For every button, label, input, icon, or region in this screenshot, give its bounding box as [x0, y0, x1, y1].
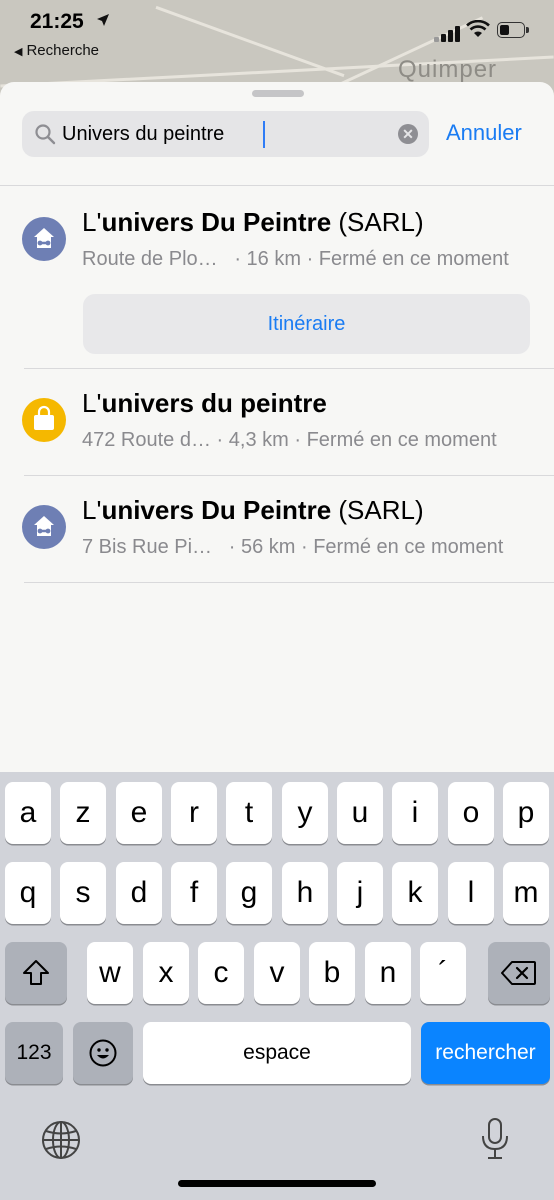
result-distance: · 4,3 km [216, 429, 289, 451]
back-label: Recherche [26, 42, 100, 59]
result-address: Route de Plo… [82, 248, 218, 270]
result-subtitle: 472 Route d… · 4,3 km · Fermé en ce mome… [82, 429, 497, 452]
key-m[interactable]: m [503, 862, 549, 924]
result-title: L'univers du peintre [82, 388, 327, 418]
result-title: L'univers Du Peintre (SARL) [82, 495, 424, 525]
shift-key[interactable] [5, 942, 67, 1004]
globe-icon[interactable] [41, 1120, 81, 1160]
result-item[interactable]: L'univers du peintre 472 Route d… · 4,3 … [0, 369, 554, 475]
emoji-icon [89, 1039, 117, 1067]
search-key[interactable]: rechercher [421, 1022, 550, 1084]
key-o[interactable]: o [448, 782, 494, 844]
status-time: 21:25 [30, 10, 84, 33]
key-u[interactable]: u [337, 782, 383, 844]
search-sheet: Univers du peintre ✕ Annuler L'univers D… [0, 82, 554, 772]
result-item[interactable]: L'univers Du Peintre (SARL) Route de Plo… [0, 185, 554, 368]
shift-icon [23, 960, 49, 985]
microphone-icon[interactable] [480, 1117, 510, 1161]
key-acute-accent[interactable]: ´ [420, 942, 466, 1004]
sheet-grabber[interactable] [252, 90, 304, 97]
key-r[interactable]: r [171, 782, 217, 844]
result-subtitle: 7 Bis Rue Pi… · 56 km · Fermé en ce mome… [82, 536, 503, 559]
back-to-app-link[interactable]: ◀ Recherche [14, 42, 99, 59]
key-f[interactable]: f [171, 862, 217, 924]
cellular-signal-icon [434, 26, 462, 42]
emoji-key[interactable] [73, 1022, 133, 1084]
result-status: · Fermé en ce moment [306, 248, 509, 270]
search-field[interactable]: Univers du peintre ✕ [22, 111, 429, 157]
house-wrench-icon [22, 217, 66, 261]
key-x[interactable]: x [143, 942, 189, 1004]
cancel-button[interactable]: Annuler [446, 120, 522, 146]
key-d[interactable]: d [116, 862, 162, 924]
key-l[interactable]: l [448, 862, 494, 924]
result-status: · Fermé en ce moment [300, 536, 504, 558]
search-input[interactable]: Univers du peintre [62, 111, 382, 157]
text-caret [263, 121, 265, 148]
key-n[interactable]: n [365, 942, 411, 1004]
key-t[interactable]: t [226, 782, 272, 844]
location-arrow-icon [97, 14, 109, 26]
key-j[interactable]: j [337, 862, 383, 924]
key-w[interactable]: w [87, 942, 133, 1004]
key-a[interactable]: a [5, 782, 51, 844]
shopping-bag-icon [22, 398, 66, 442]
key-q[interactable]: q [5, 862, 51, 924]
space-key[interactable]: espace [143, 1022, 411, 1084]
divider [24, 582, 554, 583]
result-status: · Fermé en ce moment [294, 429, 497, 451]
backspace-icon [501, 961, 536, 985]
result-address: 7 Bis Rue Pi… [82, 536, 213, 558]
key-h[interactable]: h [282, 862, 328, 924]
itinerary-button[interactable]: Itinéraire [83, 294, 530, 354]
result-address: 472 Route d… [82, 429, 211, 451]
key-v[interactable]: v [254, 942, 300, 1004]
key-y[interactable]: y [282, 782, 328, 844]
wifi-icon [466, 20, 490, 37]
result-distance: · 16 km [234, 248, 301, 270]
map-city-label: Quimper [398, 56, 498, 83]
search-icon [35, 124, 56, 145]
numbers-key[interactable]: 123 [5, 1022, 63, 1084]
home-indicator[interactable] [178, 1180, 376, 1187]
result-title: L'univers Du Peintre (SARL) [82, 207, 424, 237]
key-b[interactable]: b [309, 942, 355, 1004]
back-triangle-icon: ◀ [14, 46, 23, 58]
house-wrench-icon [22, 505, 66, 549]
keyboard: a z e r t y u i o p q s d f g h j k l m … [0, 772, 554, 1200]
result-item[interactable]: L'univers Du Peintre (SARL) 7 Bis Rue Pi… [0, 476, 554, 582]
key-s[interactable]: s [60, 862, 106, 924]
key-g[interactable]: g [226, 862, 272, 924]
result-distance: · 56 km [228, 536, 296, 558]
key-e[interactable]: e [116, 782, 162, 844]
clear-search-icon[interactable]: ✕ [398, 124, 418, 144]
key-i[interactable]: i [392, 782, 438, 844]
key-c[interactable]: c [198, 942, 244, 1004]
map-road [155, 5, 345, 78]
key-z[interactable]: z [60, 782, 106, 844]
key-p[interactable]: p [503, 782, 549, 844]
battery-icon [497, 22, 531, 40]
result-subtitle: Route de Plo… · 16 km · Fermé en ce mome… [82, 248, 509, 271]
delete-key[interactable] [488, 942, 550, 1004]
key-k[interactable]: k [392, 862, 438, 924]
